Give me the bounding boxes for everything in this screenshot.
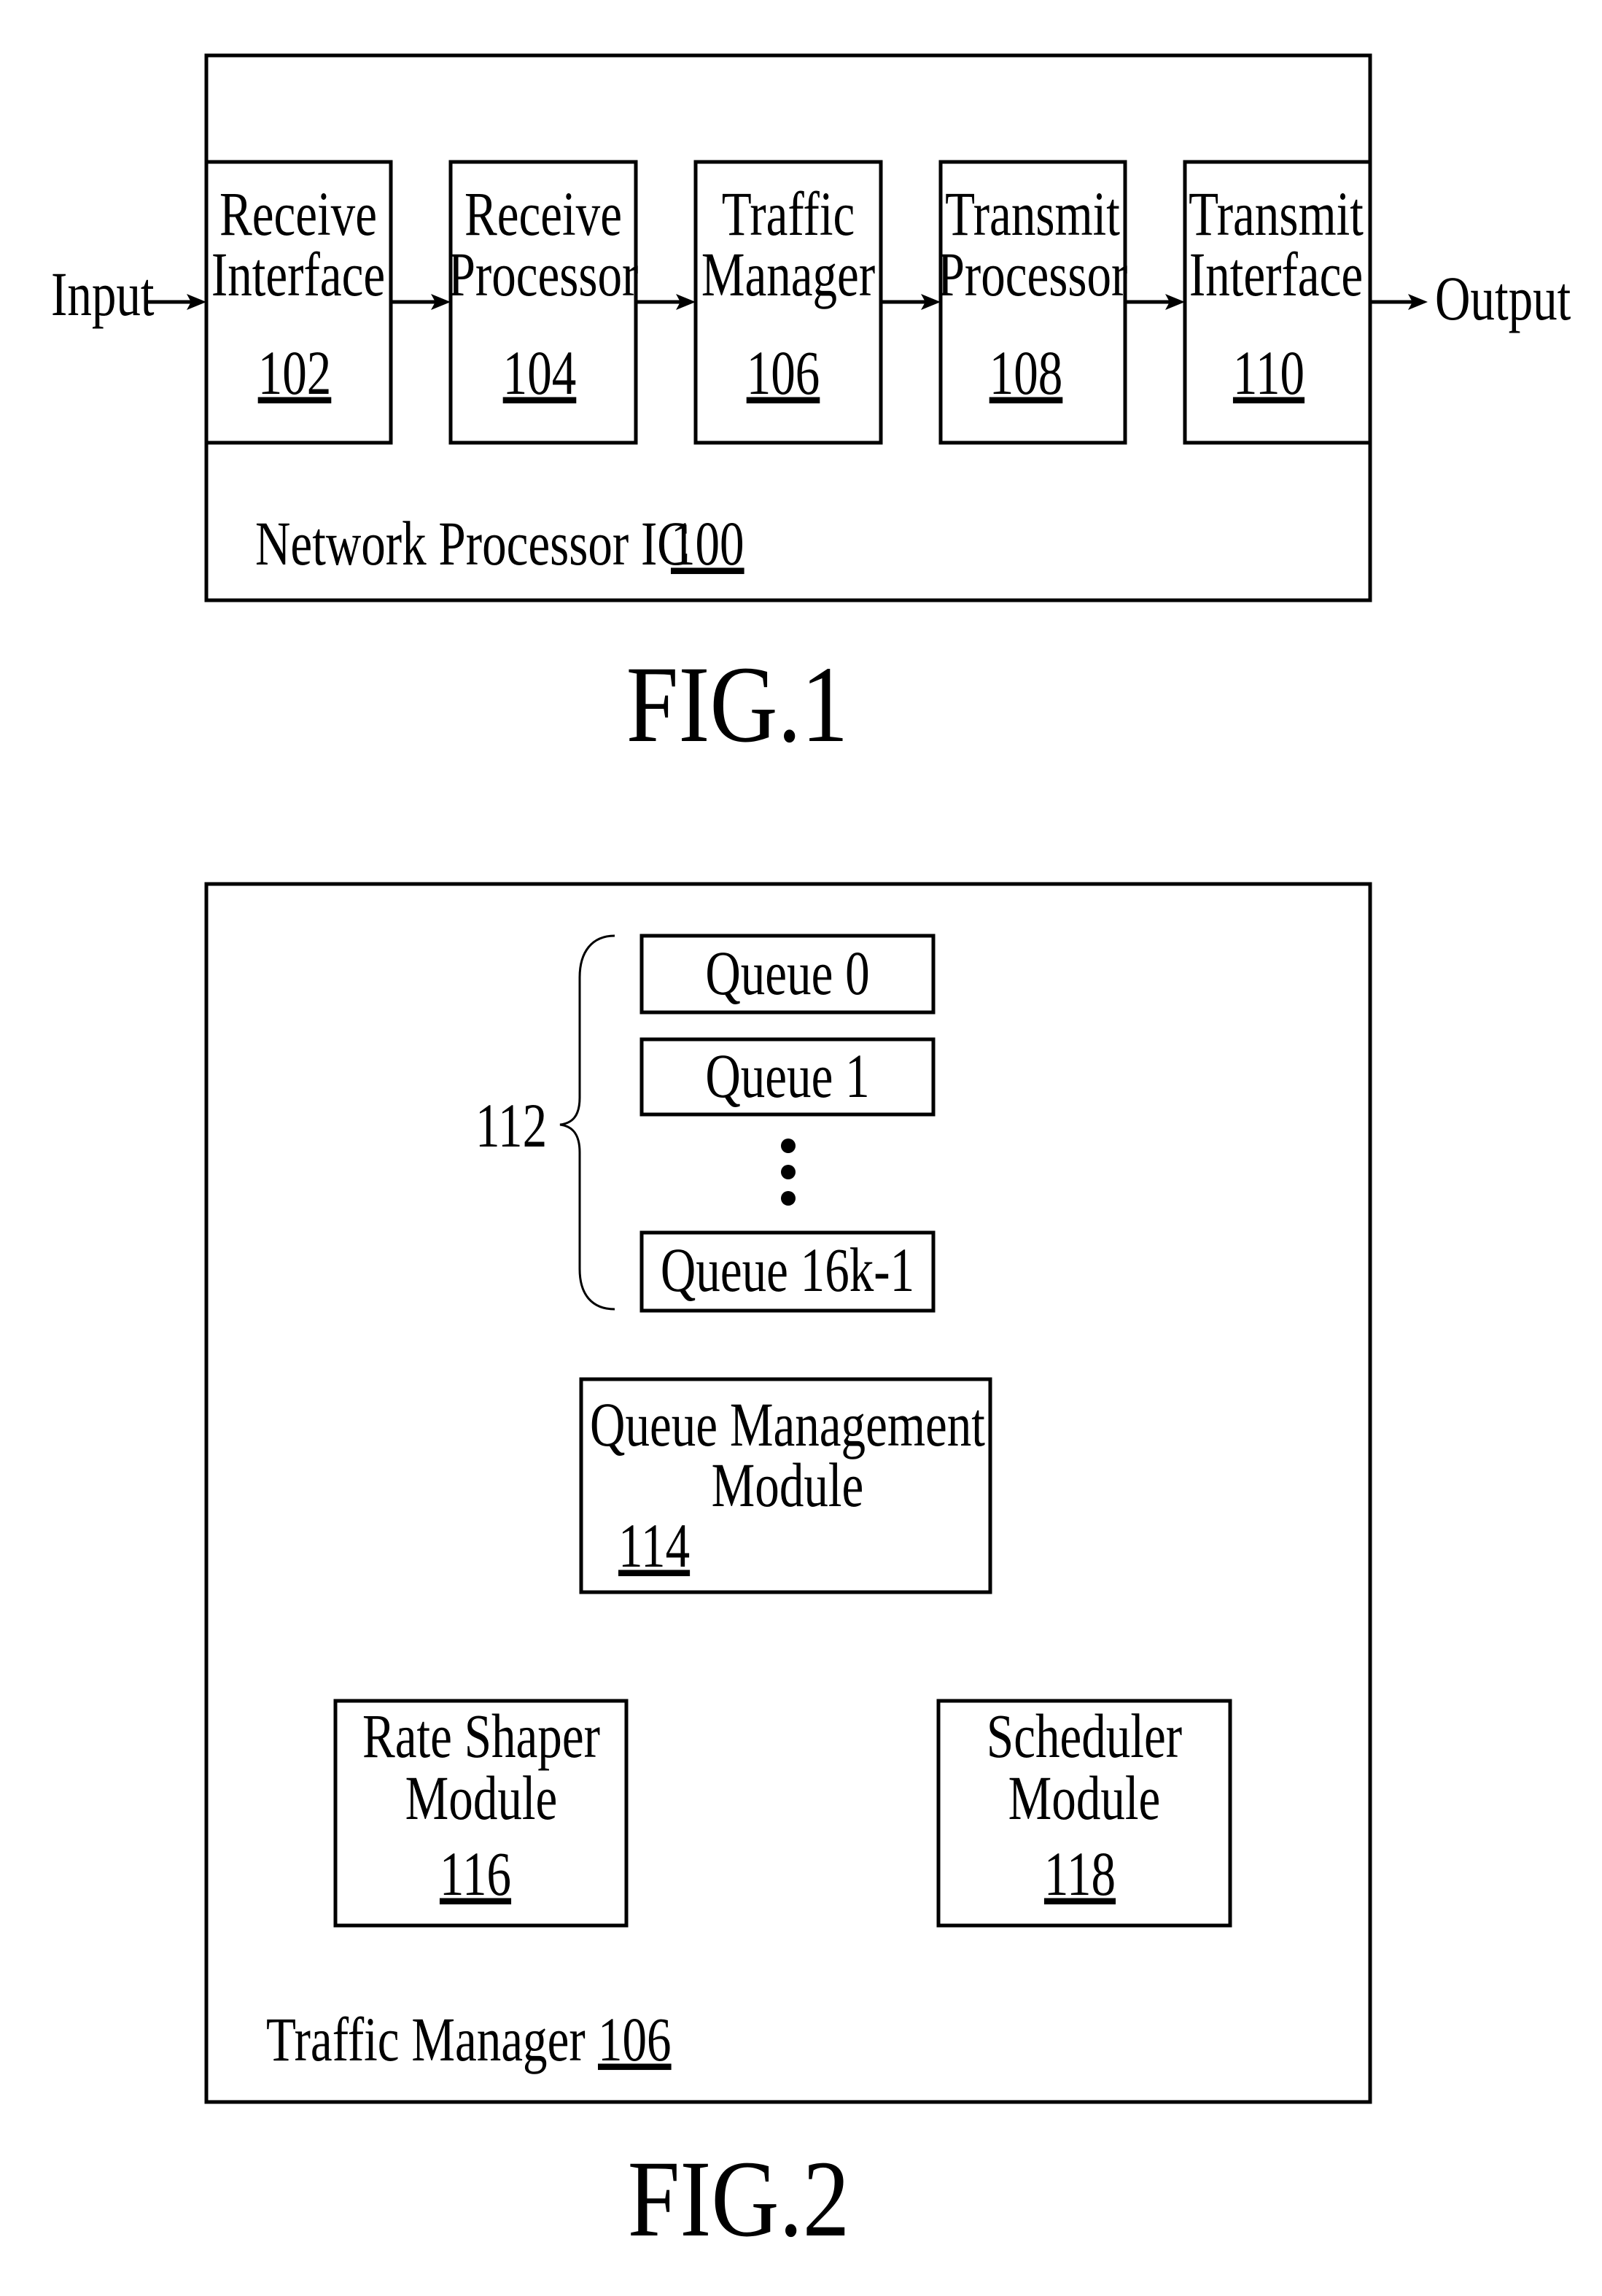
block-ref-number: 108 [989,338,1063,408]
block-ref-number: 102 [258,338,332,408]
container-ref-number: 100 [671,508,744,578]
queue-group-ref-number: 112 [475,1090,547,1160]
block-label-line2: Manager [701,239,875,309]
queue-label: Queue 1 [705,1041,869,1111]
module-ref-number: 116 [440,1839,511,1909]
queue-box: Queue 0 [639,934,936,1015]
module-queue-management: Queue Management Module 114 [579,1377,992,1594]
queue-group: 112 Queue 0 Queue 1 Queue 16k-1 [475,934,936,1313]
fig2-diagram: 112 Queue 0 Queue 1 Queue 16k-1 Queue Ma… [204,882,1372,2104]
module-label-line2: Module [1008,1763,1161,1833]
block-label-line2: Processor [938,239,1128,309]
module-label-line1: Rate Shaper [362,1701,600,1771]
block-label-line2: Interface [1189,239,1363,309]
module-label-line2: Module [405,1763,558,1833]
input-label: Input [51,259,155,329]
block-transmit-interface: Transmit Interface 110 [1183,160,1372,445]
module-label-line1: Scheduler [987,1701,1182,1771]
block-label-line1: Receive [464,179,622,249]
module-ref-number: 114 [618,1510,690,1581]
block-label-line1: Transmit [1189,179,1364,249]
block-receive-interface: Receive Interface 102 [204,160,393,445]
queue-box: Queue 16k-1 [639,1230,936,1313]
block-receive-processor: Receive Processor 104 [448,160,639,445]
queue-label: Queue 16k-1 [661,1235,914,1305]
curly-brace-icon [559,934,615,1311]
arrow-110-to-output [1370,294,1428,310]
block-ref-number: 104 [503,338,577,408]
module-ref-number: 118 [1044,1839,1116,1909]
block-label-line1: Transmit [945,179,1120,249]
block-label-line1: Traffic [722,179,855,249]
module-label-line1: Queue Management [590,1389,985,1459]
fig1-caption: FIG.1 [626,644,849,765]
block-ref-number: 110 [1233,338,1304,408]
fig1-diagram: Input Receive Interface 102 Receive Proc… [51,53,1571,602]
block-traffic-manager: Traffic Manager 106 [693,160,883,445]
module-scheduler: Scheduler Module 118 [936,1699,1232,1928]
arrow-104-to-106 [636,294,696,310]
arrow-108-to-110 [1125,294,1185,310]
module-label-line2: Module [712,1450,864,1520]
block-transmit-processor: Transmit Processor 108 [938,160,1128,445]
vertical-ellipsis-icon [781,1139,796,1206]
module-rate-shaper: Rate Shaper Module 116 [333,1699,629,1928]
arrow-106-to-108 [881,294,941,310]
patent-drawing-sheet: Input Receive Interface 102 Receive Proc… [51,53,1571,2260]
block-ref-number: 106 [747,338,820,408]
block-label-line1: Receive [219,179,377,249]
block-label-line2: Processor [448,239,639,309]
container-ref-number: 106 [598,2004,672,2074]
queue-label: Queue 0 [705,938,869,1008]
queue-box: Queue 1 [639,1037,936,1117]
block-label-line2: Interface [211,239,385,309]
container-name: Network Processor IC [255,508,690,578]
container-name: Traffic Manager [266,2004,586,2074]
output-label: Output [1435,263,1571,333]
arrow-input-to-102 [146,294,206,310]
fig2-caption: FIG.2 [628,2138,850,2260]
arrow-102-to-104 [391,294,451,310]
